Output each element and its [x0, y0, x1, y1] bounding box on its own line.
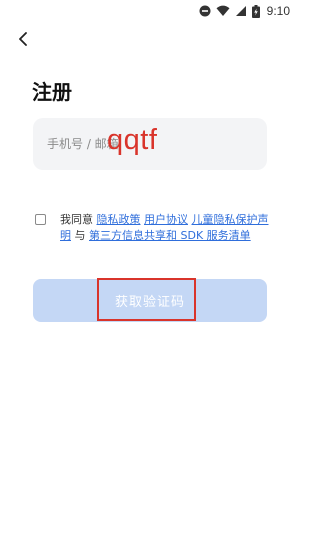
agreement-prefix: 我同意 — [60, 213, 93, 226]
battery-charging-icon — [251, 4, 260, 18]
get-verification-code-label: 获取验证码 — [114, 295, 185, 310]
agreement-text: 我同意 隐私政策 用户协议 儿童隐私保护声明 与 第三方信息共享和 SDK 服务… — [60, 212, 270, 244]
privacy-policy-link[interactable]: 隐私政策 — [97, 213, 141, 226]
page-title: 注册 — [32, 80, 72, 104]
third-party-sdk-link[interactable]: 第三方信息共享和 SDK 服务清单 — [89, 229, 251, 242]
register-screen: 9:10 注册 qqtf 我同意 隐私政策 用户协议 儿童隐私保护声明 与 第三… — [0, 0, 300, 533]
account-input-container — [33, 118, 267, 170]
signal-icon — [235, 5, 247, 17]
account-input[interactable] — [33, 118, 267, 170]
wifi-icon — [216, 5, 230, 17]
get-verification-code-button[interactable]: 获取验证码 — [33, 279, 267, 322]
chevron-left-icon — [18, 31, 28, 50]
agreement-conjunction: 与 — [74, 229, 86, 242]
do-not-disturb-icon — [199, 5, 211, 17]
status-bar: 9:10 — [0, 0, 300, 22]
agreement-checkbox[interactable] — [35, 214, 46, 225]
status-time: 9:10 — [266, 4, 290, 18]
user-agreement-link[interactable]: 用户协议 — [144, 213, 188, 226]
back-button[interactable] — [10, 28, 36, 52]
